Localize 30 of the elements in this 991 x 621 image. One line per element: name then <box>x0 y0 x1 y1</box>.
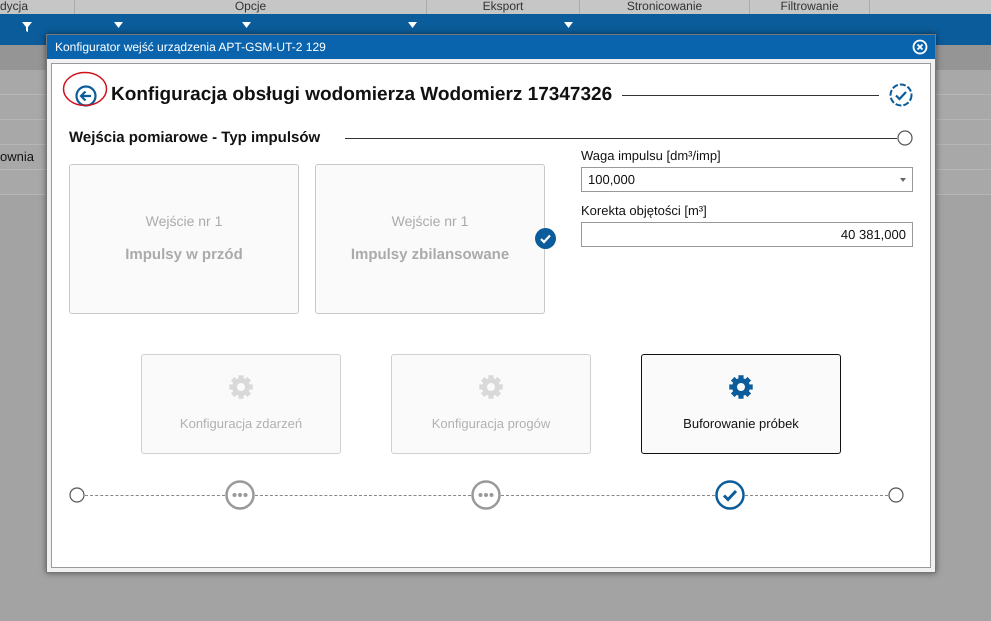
step-circle-icon <box>897 130 913 146</box>
card-caption: Wejście nr 1 <box>392 212 468 232</box>
table-cell: ownia <box>0 149 34 164</box>
filter-icon[interactable] <box>22 22 32 32</box>
action-tile[interactable]: Buforowanie próbek <box>641 354 841 454</box>
caret-icon[interactable] <box>408 22 417 28</box>
card-caption: Wejście nr 1 <box>146 212 222 232</box>
caret-icon[interactable] <box>114 22 123 28</box>
step-circle-icon <box>69 487 85 503</box>
back-icon[interactable] <box>75 84 97 107</box>
select-field[interactable]: 100,000 <box>581 167 913 192</box>
gear-icon <box>228 374 254 400</box>
card-label: Impulsy w przód <box>125 245 243 266</box>
input-type-card[interactable]: Wejście nr 1 Impulsy w przód <box>69 164 299 314</box>
caret-icon[interactable] <box>242 22 251 28</box>
section-title: Wejścia pomiarowe - Typ impulsów <box>69 128 320 148</box>
field-label: Waga impulsu [dm³/imp] <box>581 148 722 163</box>
gear-icon <box>478 374 504 400</box>
input-field[interactable]: 40 381,000 <box>581 222 913 247</box>
card-label: Impulsy zbilansowane <box>350 245 510 266</box>
progress-check-icon <box>889 83 913 107</box>
step-circle-icon <box>888 487 904 503</box>
dialog-heading: Konfiguracja obsługi wodomierza Wodomierz 17347326 <box>111 82 612 107</box>
window-title: Konfigurator wejść urządzenia APT-GSM-UT-2 129 <box>55 39 326 56</box>
input-type-card[interactable]: Wejście nr 1 Impulsy zbilansowane <box>315 164 545 314</box>
close-icon[interactable] <box>912 39 928 55</box>
field-label: Korekta objętości [m³] <box>581 203 708 218</box>
caret-icon <box>900 178 906 182</box>
caret-icon[interactable] <box>564 22 573 28</box>
gear-icon <box>728 374 754 400</box>
